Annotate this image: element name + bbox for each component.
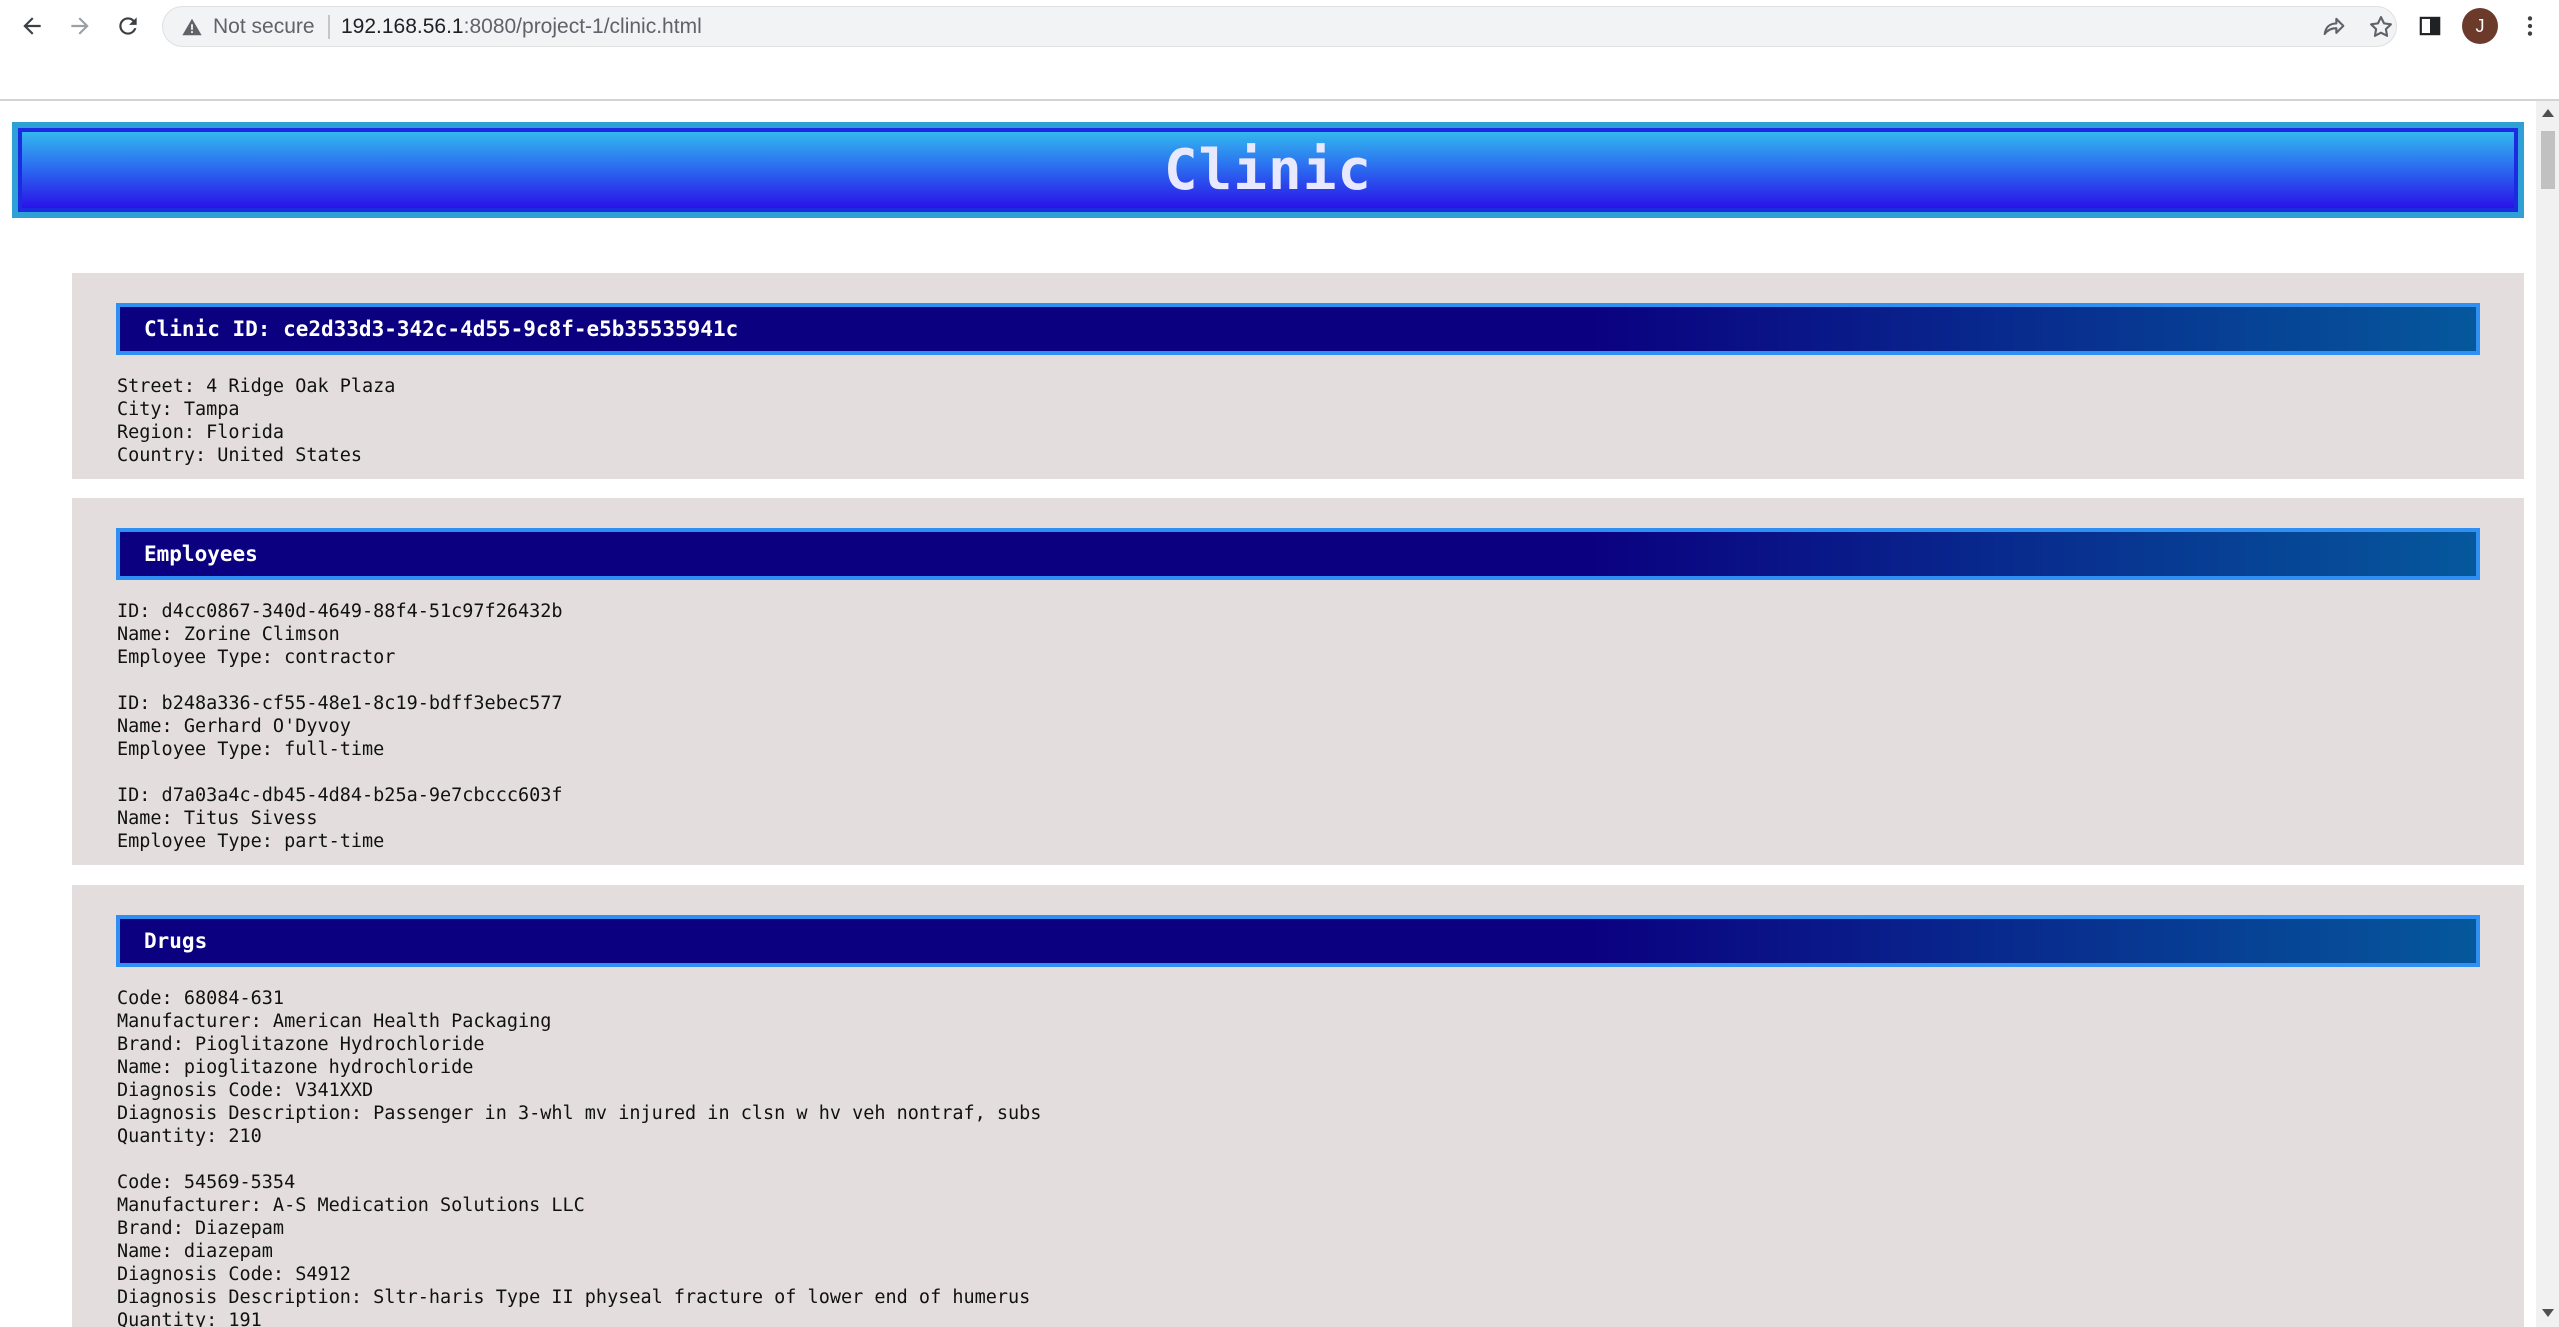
- url-path: :8080/project-1/clinic.html: [463, 15, 702, 38]
- drug-record: Code: 68084-631 Manufacturer: American H…: [117, 987, 2524, 1148]
- drug-quantity: Quantity: 191: [117, 1310, 262, 1327]
- browser-menu-button[interactable]: [2514, 10, 2546, 42]
- scroll-down-arrow-icon[interactable]: [2542, 1309, 2554, 1317]
- vertical-scrollbar[interactable]: [2536, 101, 2559, 1327]
- forward-arrow-icon: [71, 17, 89, 35]
- clinic-address: Street: 4 Ridge Oak Plaza City: Tampa Re…: [117, 355, 2524, 467]
- star-icon: [2370, 16, 2392, 37]
- drugs-heading: Drugs: [116, 915, 2480, 967]
- drugs-list: Code: 68084-631 Manufacturer: American H…: [117, 967, 2524, 1327]
- drug-diagnosis-description: Diagnosis Description: Sltr-haris Type I…: [117, 1287, 1031, 1308]
- drugs-section: Drugs Code: 68084-631 Manufacturer: Amer…: [72, 885, 2524, 1327]
- drug-brand: Brand: Pioglitazone Hydrochloride: [117, 1034, 485, 1055]
- drug-code: Code: 54569-5354: [117, 1172, 296, 1193]
- clinic-city: City: Tampa: [117, 399, 240, 420]
- forward-button[interactable]: [60, 8, 100, 44]
- drug-manufacturer: Manufacturer: A-S Medication Solutions L…: [117, 1195, 585, 1216]
- drug-brand: Brand: Diazepam: [117, 1218, 285, 1239]
- employee-name: Name: Gerhard O'Dyvoy: [117, 716, 351, 737]
- scroll-thumb[interactable]: [2541, 131, 2555, 189]
- clinic-region: Region: Florida: [117, 422, 285, 443]
- drug-name: Name: diazepam: [117, 1241, 273, 1262]
- share-icon: [2323, 17, 2345, 36]
- drug-quantity: Quantity: 210: [117, 1126, 262, 1147]
- warning-triangle-icon: [182, 18, 202, 36]
- employees-list: ID: d4cc0867-340d-4649-88f4-51c97f26432b…: [117, 580, 2524, 853]
- back-arrow-icon: [23, 17, 41, 35]
- browser-toolbar: Not secure 192.168.56.1:8080/project-1/c…: [0, 0, 2559, 101]
- url-host: 192.168.56.1: [341, 15, 464, 38]
- employee-id: ID: d4cc0867-340d-4649-88f4-51c97f26432b: [117, 601, 563, 622]
- omnibox-separator: [328, 15, 330, 39]
- drug-diagnosis-description: Diagnosis Description: Passenger in 3-wh…: [117, 1103, 1042, 1124]
- employee-type: Employee Type: part-time: [117, 831, 385, 852]
- scroll-up-arrow-icon[interactable]: [2542, 109, 2554, 117]
- reload-button[interactable]: [108, 8, 148, 44]
- back-button[interactable]: [12, 8, 52, 44]
- url-text[interactable]: 192.168.56.1:8080/project-1/clinic.html: [341, 15, 702, 39]
- employee-record: ID: b248a336-cf55-48e1-8c19-bdff3ebec577…: [117, 692, 2524, 761]
- page-header: Clinic: [12, 122, 2524, 218]
- drug-record: Code: 54569-5354 Manufacturer: A-S Medic…: [117, 1171, 2524, 1327]
- employee-name: Name: Zorine Climson: [117, 624, 340, 645]
- employee-id: ID: d7a03a4c-db45-4d84-b25a-9e7cbccc603f: [117, 785, 563, 806]
- clinic-country: Country: United States: [117, 445, 363, 466]
- profile-avatar[interactable]: J: [2462, 8, 2498, 44]
- page-viewport: Clinic Clinic ID: ce2d33d3-342c-4d55-9c8…: [0, 101, 2536, 1327]
- employee-name: Name: Titus Sivess: [117, 808, 318, 829]
- address-bar[interactable]: Not secure 192.168.56.1:8080/project-1/c…: [162, 6, 2397, 47]
- side-panel-icon: [2419, 16, 2441, 36]
- page-title: Clinic: [1163, 137, 1373, 203]
- side-panel-button[interactable]: [2414, 10, 2446, 42]
- drug-diagnosis-code: Diagnosis Code: S4912: [117, 1264, 351, 1285]
- bookmark-button[interactable]: [2367, 13, 2395, 41]
- employee-record: ID: d4cc0867-340d-4649-88f4-51c97f26432b…: [117, 600, 2524, 669]
- clinic-info-section: Clinic ID: ce2d33d3-342c-4d55-9c8f-e5b35…: [72, 273, 2524, 479]
- employee-record: ID: d7a03a4c-db45-4d84-b25a-9e7cbccc603f…: [117, 784, 2524, 853]
- kebab-menu-icon: [2527, 16, 2533, 36]
- page-header-banner: Clinic: [18, 128, 2518, 212]
- clinic-street: Street: 4 Ridge Oak Plaza: [117, 376, 396, 397]
- drug-name: Name: pioglitazone hydrochloride: [117, 1057, 474, 1078]
- employee-type: Employee Type: contractor: [117, 647, 396, 668]
- drug-manufacturer: Manufacturer: American Health Packaging: [117, 1011, 552, 1032]
- share-button[interactable]: [2320, 13, 2348, 41]
- drug-code: Code: 68084-631: [117, 988, 285, 1009]
- employee-type: Employee Type: full-time: [117, 739, 385, 760]
- employees-section: Employees ID: d4cc0867-340d-4649-88f4-51…: [72, 498, 2524, 865]
- employee-id: ID: b248a336-cf55-48e1-8c19-bdff3ebec577: [117, 693, 563, 714]
- clinic-id-heading: Clinic ID: ce2d33d3-342c-4d55-9c8f-e5b35…: [116, 303, 2480, 355]
- employees-heading: Employees: [116, 528, 2480, 580]
- reload-icon: [119, 17, 137, 35]
- security-status[interactable]: Not secure: [213, 15, 315, 39]
- drug-diagnosis-code: Diagnosis Code: V341XXD: [117, 1080, 374, 1101]
